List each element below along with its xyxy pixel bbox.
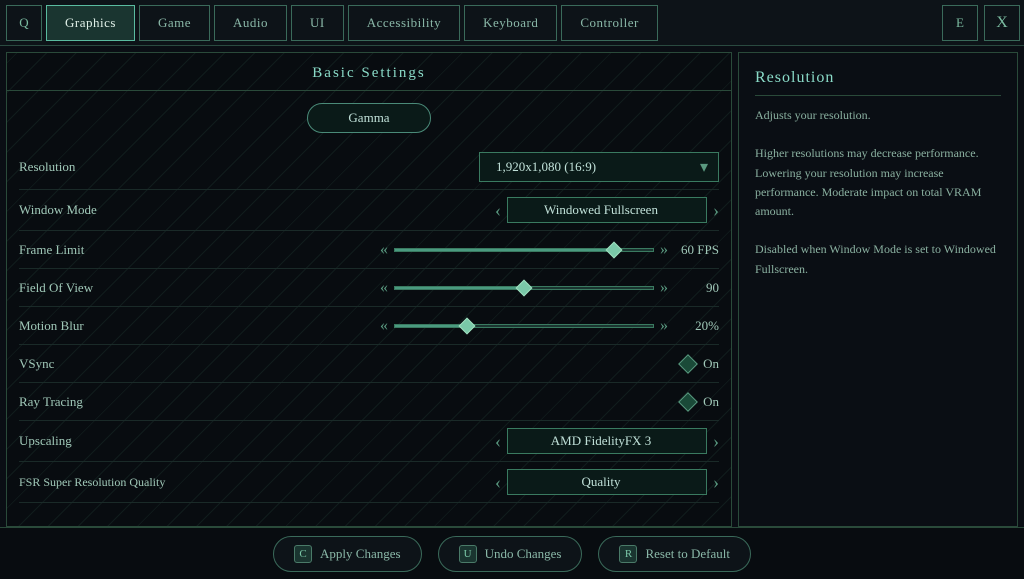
setting-row-window-mode: Window Mode Windowed Fullscreen: [19, 190, 719, 231]
slider-thumb-fov[interactable]: [516, 279, 533, 296]
double-arrow-left-icon-fov[interactable]: [380, 280, 388, 296]
reset-label: Reset to Default: [645, 546, 729, 562]
apply-key: C: [294, 545, 312, 563]
apply-label: Apply Changes: [320, 546, 401, 562]
frame-limit-slider: 60 FPS: [380, 242, 719, 258]
vsync-value: On: [703, 356, 719, 372]
control-ray-tracing: On: [199, 394, 719, 410]
info-text: Adjusts your resolution. Higher resoluti…: [755, 106, 1001, 279]
panel-title: Basic Settings: [7, 53, 731, 91]
undo-label: Undo Changes: [485, 546, 562, 562]
control-fov: 90: [199, 280, 719, 296]
ray-tracing-toggle[interactable]: On: [681, 394, 719, 410]
toggle-diamond-rt: [678, 392, 698, 412]
tab-ui[interactable]: UI: [291, 5, 344, 41]
double-arrow-right-icon[interactable]: [660, 242, 668, 258]
slider-track-fov[interactable]: [394, 286, 654, 290]
undo-key: U: [459, 545, 477, 563]
nav-icon-left[interactable]: Q: [6, 5, 42, 41]
upscaling-selector: AMD FidelityFX 3: [495, 428, 719, 454]
control-window-mode: Windowed Fullscreen: [199, 197, 719, 223]
label-resolution: Resolution: [19, 159, 199, 175]
label-motion-blur: Motion Blur: [19, 318, 199, 334]
label-ray-tracing: Ray Tracing: [19, 394, 199, 410]
setting-row-ray-tracing: Ray Tracing On: [19, 383, 719, 421]
double-arrow-left-icon[interactable]: [380, 242, 388, 258]
label-fov: Field Of View: [19, 280, 199, 296]
left-panel: Basic Settings Gamma Resolution 1,920x1,…: [6, 52, 732, 527]
gamma-row: Gamma: [7, 91, 731, 145]
control-resolution: 1,920x1,080 (16:9): [199, 152, 719, 182]
control-vsync: On: [199, 356, 719, 372]
label-upscaling: Upscaling: [19, 433, 199, 449]
double-arrow-right-icon-mb[interactable]: [660, 318, 668, 334]
tab-audio[interactable]: Audio: [214, 5, 287, 41]
control-upscaling: AMD FidelityFX 3: [199, 428, 719, 454]
label-vsync: VSync: [19, 356, 199, 372]
control-fsr: Quality: [239, 469, 719, 495]
tab-accessibility[interactable]: Accessibility: [348, 5, 460, 41]
slider-track-motion-blur[interactable]: [394, 324, 654, 328]
bottom-bar: C Apply Changes U Undo Changes R Reset t…: [0, 527, 1024, 579]
chevron-down-icon: [700, 157, 708, 177]
reset-key: R: [619, 545, 637, 563]
right-panel: Resolution Adjusts your resolution. High…: [738, 52, 1018, 527]
fsr-value[interactable]: Quality: [507, 469, 707, 495]
settings-area: Resolution 1,920x1,080 (16:9) Window Mod…: [7, 145, 731, 503]
motion-blur-value: 20%: [674, 318, 719, 334]
chevron-right-icon-up[interactable]: [713, 432, 719, 450]
upscaling-value[interactable]: AMD FidelityFX 3: [507, 428, 707, 454]
fsr-selector: Quality: [495, 469, 719, 495]
setting-row-fov: Field Of View 90: [19, 269, 719, 307]
window-mode-value[interactable]: Windowed Fullscreen: [507, 197, 707, 223]
setting-row-fsr: FSR Super Resolution Quality Quality: [19, 462, 719, 503]
fov-value: 90: [674, 280, 719, 296]
setting-row-upscaling: Upscaling AMD FidelityFX 3: [19, 421, 719, 462]
tab-graphics[interactable]: Graphics: [46, 5, 135, 41]
double-arrow-left-icon-mb[interactable]: [380, 318, 388, 334]
motion-blur-slider: 20%: [380, 318, 719, 334]
slider-thumb-frame-limit[interactable]: [606, 241, 623, 258]
fov-slider: 90: [380, 280, 719, 296]
chevron-right-icon-fsr[interactable]: [713, 473, 719, 491]
control-motion-blur: 20%: [199, 318, 719, 334]
resolution-value: 1,920x1,080 (16:9): [496, 159, 700, 175]
window-mode-selector: Windowed Fullscreen: [495, 197, 719, 223]
slider-fill-fov: [395, 287, 524, 289]
vsync-toggle[interactable]: On: [681, 356, 719, 372]
chevron-left-icon-fsr[interactable]: [495, 473, 501, 491]
chevron-right-icon[interactable]: [713, 201, 719, 219]
setting-row-motion-blur: Motion Blur 20%: [19, 307, 719, 345]
label-window-mode: Window Mode: [19, 202, 199, 218]
slider-fill-frame-limit: [395, 249, 614, 251]
close-button[interactable]: X: [984, 5, 1020, 41]
label-fsr: FSR Super Resolution Quality: [19, 475, 239, 490]
nav-icon-right[interactable]: E: [942, 5, 978, 41]
setting-row-frame-limit: Frame Limit 60 FPS: [19, 231, 719, 269]
frame-limit-value: 60 FPS: [674, 242, 719, 258]
tab-game[interactable]: Game: [139, 5, 210, 41]
undo-changes-button[interactable]: U Undo Changes: [438, 536, 583, 572]
chevron-left-icon-up[interactable]: [495, 432, 501, 450]
gamma-button[interactable]: Gamma: [307, 103, 430, 133]
top-nav: Q Graphics Game Audio UI Accessibility K…: [0, 0, 1024, 46]
toggle-diamond-vsync: [678, 354, 698, 374]
resolution-dropdown[interactable]: 1,920x1,080 (16:9): [479, 152, 719, 182]
chevron-left-icon[interactable]: [495, 201, 501, 219]
slider-fill-motion-blur: [395, 325, 467, 327]
tab-controller[interactable]: Controller: [561, 5, 657, 41]
main-content: Basic Settings Gamma Resolution 1,920x1,…: [0, 46, 1024, 527]
label-frame-limit: Frame Limit: [19, 242, 199, 258]
control-frame-limit: 60 FPS: [199, 242, 719, 258]
setting-row-vsync: VSync On: [19, 345, 719, 383]
reset-default-button[interactable]: R Reset to Default: [598, 536, 750, 572]
info-title: Resolution: [755, 69, 1001, 96]
tab-keyboard[interactable]: Keyboard: [464, 5, 557, 41]
ray-tracing-value: On: [703, 394, 719, 410]
double-arrow-right-icon-fov[interactable]: [660, 280, 668, 296]
apply-changes-button[interactable]: C Apply Changes: [273, 536, 422, 572]
slider-thumb-motion-blur[interactable]: [459, 317, 476, 334]
setting-row-resolution: Resolution 1,920x1,080 (16:9): [19, 145, 719, 190]
slider-track-frame-limit[interactable]: [394, 248, 654, 252]
